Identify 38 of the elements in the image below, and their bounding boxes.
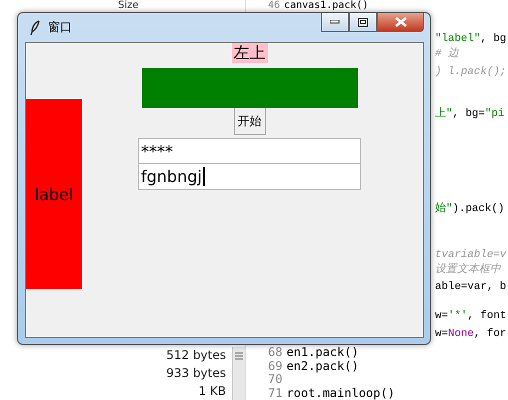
file-size: 1 KB xyxy=(198,383,226,399)
code-line: root.mainloop() xyxy=(286,386,395,400)
code-fragment: 上", bg="pi xyxy=(435,107,504,122)
password-field[interactable]: **** xyxy=(138,138,361,164)
line-number: 68 xyxy=(268,346,282,360)
start-button[interactable]: 开始 xyxy=(234,108,266,135)
code-line: en1.pack() xyxy=(286,346,359,360)
code-fragment: "label", bg xyxy=(435,32,506,47)
code-fragment: w='*', font xyxy=(435,309,506,324)
maximize-button[interactable] xyxy=(349,13,377,32)
code-fragment: w=None, for xyxy=(435,327,506,342)
file-size: 512 bytes xyxy=(166,347,226,363)
close-icon xyxy=(394,17,406,27)
close-button[interactable] xyxy=(377,13,424,32)
top-label: 左上 xyxy=(232,43,268,63)
text-field[interactable]: fgnbngj xyxy=(138,164,361,190)
minimize-icon xyxy=(330,20,340,24)
size-column-header[interactable]: Size xyxy=(118,0,139,11)
side-label: label xyxy=(26,99,82,289)
line-number: 46 xyxy=(268,0,280,11)
minimize-button[interactable] xyxy=(321,13,349,32)
maximize-icon xyxy=(358,18,368,26)
scrollbar[interactable] xyxy=(232,347,245,400)
code-fragment: 始").pack() xyxy=(435,202,504,217)
grip-icon xyxy=(235,352,243,360)
code-line: canvas1.pack() xyxy=(284,0,368,11)
code-fragment: # 边 xyxy=(435,47,459,62)
code-line: en2.pack() xyxy=(286,360,359,373)
feather-icon xyxy=(30,20,40,36)
code-fragment: able=var, b xyxy=(435,280,506,295)
code-fragment: 设置文本框中 xyxy=(435,263,501,278)
file-size: 933 bytes xyxy=(166,365,226,381)
line-number: 70 xyxy=(268,373,282,386)
window-title: 窗口 xyxy=(48,19,72,36)
line-number: 69 xyxy=(268,360,282,373)
code-fragment: ) l.pack(); xyxy=(435,65,506,80)
line-number: 71 xyxy=(268,386,282,400)
code-fragment: tvariable=v xyxy=(435,248,506,263)
